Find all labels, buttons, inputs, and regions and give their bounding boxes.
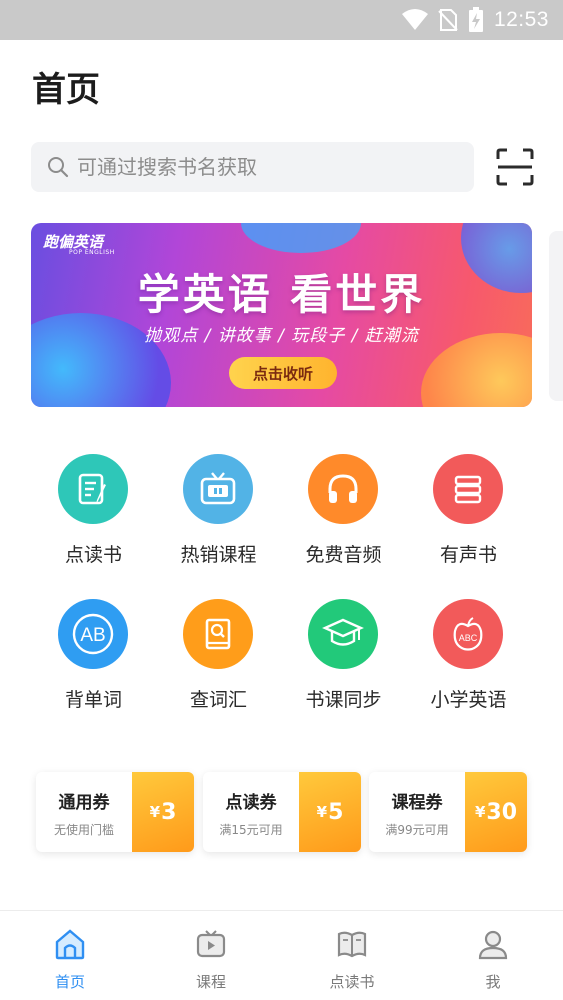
feature-label: 书课同步 bbox=[305, 689, 382, 711]
listen-button[interactable]: 点击收听 bbox=[229, 357, 337, 389]
feature-label: 免费音频 bbox=[305, 544, 382, 566]
tab-label: 我 bbox=[485, 973, 501, 991]
apple-abc-icon: ABC bbox=[433, 599, 503, 669]
status-time: 12:53 bbox=[493, 8, 549, 31]
ab-letters-icon: AB bbox=[58, 599, 128, 669]
coupon-amount: 30 bbox=[486, 799, 518, 825]
tv-play-icon bbox=[196, 930, 226, 958]
feature-item-book-course-sync[interactable]: 书课同步 bbox=[281, 597, 406, 727]
coupon-condition: 满99元可用 bbox=[385, 823, 449, 837]
tab-label: 课程 bbox=[195, 973, 226, 991]
feature-item-audiobook[interactable]: 有声书 bbox=[406, 452, 531, 582]
coupon-currency: ¥ bbox=[316, 803, 328, 821]
tab-me[interactable]: 我 bbox=[423, 911, 563, 1000]
no-sim-icon bbox=[438, 9, 458, 31]
feature-item-primary-english[interactable]: ABC 小学英语 bbox=[406, 597, 531, 727]
feature-item-vocabulary[interactable]: AB 背单词 bbox=[31, 597, 156, 727]
search-input[interactable] bbox=[77, 155, 437, 179]
feature-label: 点读书 bbox=[64, 544, 122, 566]
feature-item-hot-courses[interactable]: 热销课程 bbox=[156, 452, 281, 582]
status-bar: 12:53 bbox=[0, 0, 563, 40]
banner-subline: 抛观点 / 讲故事 / 玩段子 / 赶潮流 bbox=[144, 326, 419, 346]
coupon-title: 点读券 bbox=[225, 793, 277, 813]
feature-item-dictionary[interactable]: 查词汇 bbox=[156, 597, 281, 727]
book-stack-icon bbox=[433, 454, 503, 524]
bottom-tab-bar: 首页 课程 点读书 我 bbox=[0, 910, 563, 1000]
coupon-currency: ¥ bbox=[474, 803, 486, 821]
coupon-condition: 满15元可用 bbox=[219, 823, 283, 837]
search-bar[interactable] bbox=[31, 142, 474, 192]
banner-decoration bbox=[241, 223, 361, 253]
coupon-currency: ¥ bbox=[149, 803, 161, 821]
svg-text:ABC: ABC bbox=[459, 633, 478, 643]
feature-label: 背单词 bbox=[64, 689, 122, 711]
coupon-general[interactable]: 通用券 无使用门槛 ¥ 3 bbox=[36, 772, 194, 852]
user-icon bbox=[478, 930, 508, 960]
search-icon bbox=[48, 157, 69, 178]
svg-text:AB: AB bbox=[80, 625, 105, 646]
feature-label: 热销课程 bbox=[180, 544, 257, 566]
coupon-amount: 5 bbox=[328, 799, 344, 825]
battery-charging-icon bbox=[468, 7, 483, 32]
tab-courses[interactable]: 课程 bbox=[141, 911, 281, 1000]
feature-item-reading-book[interactable]: 点读书 bbox=[31, 452, 156, 582]
feature-label: 小学英语 bbox=[430, 689, 507, 711]
wifi-icon bbox=[401, 9, 428, 30]
coupon-title: 课程券 bbox=[391, 793, 443, 813]
tab-home[interactable]: 首页 bbox=[0, 911, 140, 1000]
feature-item-free-audio[interactable]: 免费音频 bbox=[281, 452, 406, 582]
page-title: 首页 bbox=[32, 70, 100, 110]
tv-icon bbox=[183, 454, 253, 524]
coupon-value: ¥ 3 bbox=[132, 772, 194, 852]
status-icons: 12:53 bbox=[401, 0, 549, 40]
tab-reading-book[interactable]: 点读书 bbox=[282, 911, 422, 1000]
coupon-value: ¥ 5 bbox=[299, 772, 361, 852]
promo-banner[interactable]: 跑偏英语 POP ENGLISH 学英语 看世界 抛观点 / 讲故事 / 玩段子… bbox=[31, 223, 532, 407]
tab-label: 点读书 bbox=[329, 973, 375, 991]
feature-label: 查词汇 bbox=[189, 689, 247, 711]
coupon-amount: 3 bbox=[161, 799, 177, 825]
coupon-condition: 无使用门槛 bbox=[53, 823, 114, 837]
coupon-course[interactable]: 课程券 满99元可用 ¥ 30 bbox=[369, 772, 527, 852]
tab-label: 首页 bbox=[54, 973, 85, 991]
coupon-title: 通用券 bbox=[58, 793, 110, 813]
next-banner-peek[interactable] bbox=[549, 231, 563, 401]
dictionary-search-icon bbox=[183, 599, 253, 669]
graduation-cap-icon bbox=[308, 599, 378, 669]
home-icon bbox=[55, 929, 85, 960]
feature-label: 有声书 bbox=[439, 544, 497, 566]
scan-icon[interactable] bbox=[495, 147, 535, 187]
banner-logo-subtitle: POP ENGLISH bbox=[69, 249, 115, 256]
notebook-pen-icon bbox=[58, 454, 128, 524]
headphones-icon bbox=[308, 454, 378, 524]
coupon-reading[interactable]: 点读券 满15元可用 ¥ 5 bbox=[203, 772, 361, 852]
open-book-icon bbox=[337, 931, 367, 958]
banner-headline: 学英语 看世界 bbox=[137, 270, 426, 319]
coupon-value: ¥ 30 bbox=[465, 772, 527, 852]
